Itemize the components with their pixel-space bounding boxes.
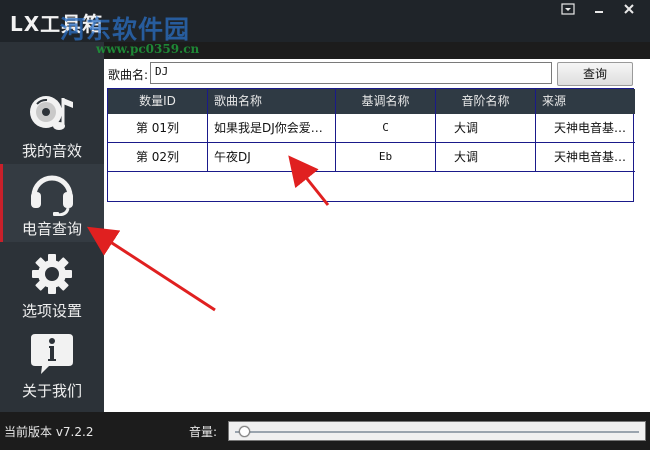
menu-icon[interactable] <box>557 2 579 20</box>
info-icon <box>27 330 77 378</box>
table-cell: Eb <box>336 143 436 172</box>
column-header[interactable]: 音阶名称 <box>436 89 536 114</box>
watermark-url: www.pc0359.cn <box>96 42 200 56</box>
sidebar-item-label: 关于我们 <box>21 382 82 400</box>
watermark-text: 河东软件园 <box>60 15 191 44</box>
column-header[interactable]: 基调名称 <box>336 89 436 114</box>
sidebar-item-settings[interactable]: 选项设置 <box>0 246 104 324</box>
table-cell: C <box>336 114 436 143</box>
volume-track <box>235 431 639 433</box>
music-disc-icon <box>27 90 77 138</box>
sidebar-item-about[interactable]: 关于我们 <box>0 326 104 404</box>
sidebar-item-my-effects[interactable]: 我的音效 <box>0 86 104 164</box>
gear-icon <box>27 250 77 298</box>
version-label: 当前版本 v7.2.2 <box>4 425 94 439</box>
table-cell: 第 01列 <box>108 114 208 143</box>
column-header[interactable]: 数量ID <box>108 89 208 114</box>
headphones-icon <box>27 168 77 217</box>
table-cell: 天神电音基… <box>554 150 627 164</box>
sidebar-item-label: 选项设置 <box>21 302 82 320</box>
song-name-input[interactable]: DJ <box>150 62 552 84</box>
table-cell: 大调 <box>436 114 536 143</box>
table-cell: 天神电音基… <box>554 121 627 135</box>
column-header[interactable]: 来源 <box>536 89 635 114</box>
close-icon[interactable] <box>618 2 640 20</box>
title-bar: LX工具箱 河东软件园 <box>0 0 650 44</box>
minimize-icon[interactable] <box>588 2 610 20</box>
main-panel: 歌曲名: DJ 查询 数量ID 歌曲名称 基调名称 音阶名称 来源 第 01列 … <box>104 59 650 412</box>
table-cell: 第 02列 <box>108 143 208 172</box>
sidebar-item-label: 我的音效 <box>21 142 82 160</box>
results-table: 数量ID 歌曲名称 基调名称 音阶名称 来源 第 01列 如果我是DJ你会爱… … <box>107 88 635 202</box>
table-cell: 大调 <box>436 143 536 172</box>
song-name-label: 歌曲名: <box>108 68 149 82</box>
sidebar-item-electronic-search[interactable]: 电音查询 <box>0 164 104 242</box>
sidebar-item-label: 电音查询 <box>21 220 82 238</box>
status-bar: 当前版本 v7.2.2 音量: <box>0 412 650 450</box>
volume-label: 音量: <box>189 425 218 439</box>
table-row[interactable]: 第 01列 如果我是DJ你会爱… C 大调 天神电音基… <box>108 114 635 143</box>
search-button[interactable]: 查询 <box>557 62 633 86</box>
table-cell: 午夜DJ <box>208 143 336 172</box>
column-header[interactable]: 歌曲名称 <box>208 89 336 114</box>
table-row[interactable]: 第 02列 午夜DJ Eb 大调 天神电音基… <box>108 143 635 172</box>
sidebar: 我的音效 电音查询 选项设置 关于我们 <box>0 42 104 412</box>
table-header: 数量ID 歌曲名称 基调名称 音阶名称 来源 <box>108 89 635 114</box>
volume-thumb[interactable] <box>239 426 251 437</box>
volume-slider[interactable] <box>228 421 646 441</box>
table-cell: 如果我是DJ你会爱… <box>208 114 336 143</box>
